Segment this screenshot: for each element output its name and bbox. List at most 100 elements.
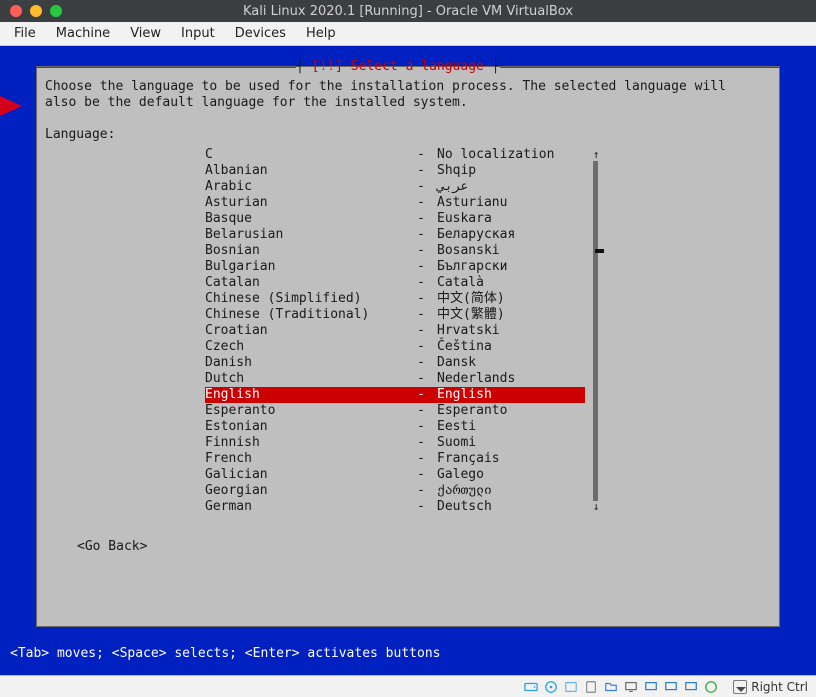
language-native: No localization [437, 147, 585, 163]
language-separator: - [405, 243, 437, 259]
language-name: Bosnian [205, 243, 405, 259]
zoom-window-button[interactable] [50, 5, 62, 17]
language-separator: - [405, 291, 437, 307]
language-option[interactable]: Bulgarian-Български [205, 259, 585, 275]
language-option[interactable]: Georgian-ქართული [205, 483, 585, 499]
language-native: Euskara [437, 211, 585, 227]
menu-view[interactable]: View [120, 23, 171, 44]
language-native: English [437, 387, 585, 403]
language-option[interactable]: German-Deutsch [205, 499, 585, 515]
language-native: Hrvatski [437, 323, 585, 339]
language-option[interactable]: Czech-Čeština [205, 339, 585, 355]
language-option[interactable]: Chinese (Simplified)-中文(简体) [205, 291, 585, 307]
language-option[interactable]: Danish-Dansk [205, 355, 585, 371]
menu-machine[interactable]: Machine [46, 23, 120, 44]
language-native: 中文(繁體) [437, 307, 585, 323]
language-separator: - [405, 147, 437, 163]
menu-input[interactable]: Input [171, 23, 225, 44]
language-native: Nederlands [437, 371, 585, 387]
close-window-button[interactable] [10, 5, 22, 17]
language-separator: - [405, 451, 437, 467]
host-key-icon [733, 680, 747, 694]
language-option[interactable]: Asturian-Asturianu [205, 195, 585, 211]
language-option[interactable]: Estonian-Eesti [205, 419, 585, 435]
annotation-arrow-icon [0, 96, 22, 116]
language-option[interactable]: C-No localization [205, 147, 585, 163]
status-icons [523, 679, 719, 695]
language-native: 中文(简体) [437, 291, 585, 307]
language-name: Chinese (Simplified) [205, 291, 405, 307]
language-name: Danish [205, 355, 405, 371]
language-name: Basque [205, 211, 405, 227]
language-field-label: Language: [45, 127, 771, 143]
language-native: Asturianu [437, 195, 585, 211]
shared-folders-icon[interactable] [603, 679, 619, 695]
language-option[interactable]: Belarusian-Беларуская [205, 227, 585, 243]
language-name: Bulgarian [205, 259, 405, 275]
window-titlebar: Kali Linux 2020.1 [Running] - Oracle VM … [0, 0, 816, 22]
vm-display[interactable]: ┤ [!!] Select a language ├ Choose the la… [0, 46, 816, 675]
dialog-title-row: ┤ [!!] Select a language ├ [37, 59, 779, 75]
language-separator: - [405, 259, 437, 275]
host-key-label: Right Ctrl [751, 680, 808, 694]
language-list[interactable]: C-No localizationAlbanian-ShqipArabic-عر… [205, 147, 585, 515]
language-option[interactable]: Dutch-Nederlands [205, 371, 585, 387]
menu-help[interactable]: Help [296, 23, 346, 44]
scroll-track[interactable] [593, 161, 598, 501]
dialog-title-text: Select a language [351, 59, 484, 75]
language-separator: - [405, 419, 437, 435]
language-option[interactable]: Chinese (Traditional)-中文(繁體) [205, 307, 585, 323]
language-option[interactable]: Finnish-Suomi [205, 435, 585, 451]
language-name: Galician [205, 467, 405, 483]
dialog-title-border-right: ├ [484, 59, 500, 75]
language-option[interactable]: Basque-Euskara [205, 211, 585, 227]
menu-file[interactable]: File [4, 23, 46, 44]
language-native: Български [437, 259, 585, 275]
language-option[interactable]: Catalan-Català [205, 275, 585, 291]
installer-dialog: ┤ [!!] Select a language ├ Choose the la… [36, 66, 780, 627]
language-option[interactable]: Bosnian-Bosanski [205, 243, 585, 259]
language-name: Arabic [205, 179, 405, 195]
monitor1-icon[interactable] [663, 679, 679, 695]
language-separator: - [405, 307, 437, 323]
window-title: Kali Linux 2020.1 [Running] - Oracle VM … [0, 4, 816, 19]
menu-devices[interactable]: Devices [225, 23, 296, 44]
language-separator: - [405, 339, 437, 355]
audio-icon[interactable] [563, 679, 579, 695]
hard-disk-icon[interactable] [523, 679, 539, 695]
language-native: Esperanto [437, 403, 585, 419]
language-option[interactable]: Esperanto-Esperanto [205, 403, 585, 419]
dialog-title-border-left: ┤ [296, 59, 312, 75]
language-native: Català [437, 275, 585, 291]
display-icon[interactable] [623, 679, 639, 695]
menubar: File Machine View Input Devices Help [0, 22, 816, 46]
go-back-button[interactable]: <Go Back> [77, 539, 771, 555]
language-option[interactable]: English-English [205, 387, 585, 403]
minimize-window-button[interactable] [30, 5, 42, 17]
language-native: Bosanski [437, 243, 585, 259]
language-option[interactable]: Galician-Galego [205, 467, 585, 483]
language-option[interactable]: Albanian-Shqip [205, 163, 585, 179]
language-name: Belarusian [205, 227, 405, 243]
language-option[interactable]: Arabic-عربي [205, 179, 585, 195]
language-name: Esperanto [205, 403, 405, 419]
language-native: Suomi [437, 435, 585, 451]
language-native: Eesti [437, 419, 585, 435]
language-scrollbar[interactable]: ↑ ↓ [589, 147, 603, 515]
language-separator: - [405, 355, 437, 371]
language-separator: - [405, 179, 437, 195]
monitor2-icon[interactable] [683, 679, 699, 695]
recording-icon[interactable] [643, 679, 659, 695]
language-name: Asturian [205, 195, 405, 211]
dialog-description: Choose the language to be used for the i… [45, 79, 771, 111]
network-icon[interactable] [703, 679, 719, 695]
host-key-indicator[interactable]: Right Ctrl [733, 680, 808, 694]
usb-icon[interactable] [583, 679, 599, 695]
optical-disc-icon[interactable] [543, 679, 559, 695]
language-name: Dutch [205, 371, 405, 387]
language-option[interactable]: French-Français [205, 451, 585, 467]
language-native: Galego [437, 467, 585, 483]
language-option[interactable]: Croatian-Hrvatski [205, 323, 585, 339]
scroll-down-icon[interactable]: ↓ [589, 499, 603, 515]
language-separator: - [405, 195, 437, 211]
